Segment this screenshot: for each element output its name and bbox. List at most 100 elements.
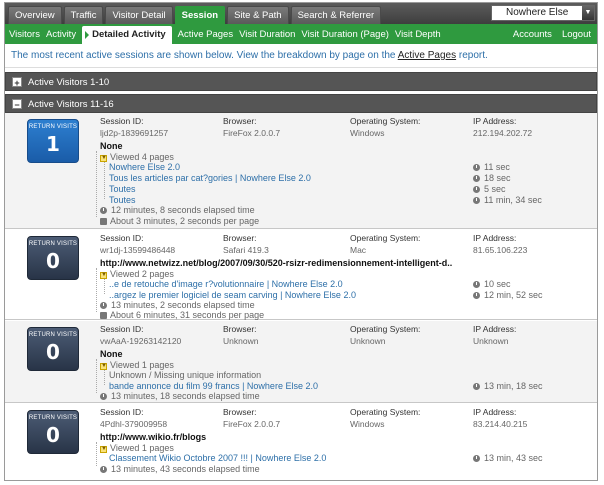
intro-text: The most recent active sessions are show… [5,44,597,68]
session-id-value: ljd2p-1839691257 [100,128,169,138]
subnav-activity[interactable]: Activity [46,29,76,40]
page-link[interactable]: Classement Wikio Octobre 2007 !!! | Nowh… [109,453,326,463]
group-active-visitors-1-10[interactable]: + Active Visitors 1-10 [5,72,597,91]
tab-visitor-detail[interactable]: Visitor Detail [105,6,173,24]
tab-session[interactable]: Session [174,6,226,24]
os-value: Mac [350,245,367,255]
elapsed-time-value: 13 minutes, 43 seconds elapsed time [111,464,260,474]
clock-icon [473,281,480,288]
page-link[interactable]: Nowhere Else 2.0 [109,162,180,172]
intro-sentence: The most recent active sessions are show… [11,50,396,61]
page-link[interactable]: ..e de retouche d'image r?volutionnaire … [109,279,343,289]
subnav-detailed-activity-label: Detailed Activity [92,29,166,40]
page-time: 11 sec [473,162,510,172]
tab-search-referrer[interactable]: Search & Referrer [290,6,382,24]
elapsed-time: 12 minutes, 8 seconds elapsed time [100,205,255,215]
page-time: 18 sec [473,173,511,183]
referrer: http://www.wikio.fr/blogs [100,432,207,442]
ip-label: IP Address: [473,407,517,417]
page-time-value: 13 min, 18 sec [484,381,543,391]
page-link[interactable]: ..argez le premier logiciel de seam carv… [109,290,356,300]
elapsed-time-value: 12 minutes, 8 seconds elapsed time [111,205,255,215]
expand-icon[interactable]: ▼ [100,446,107,453]
time-per-page-value: About 3 minutes, 2 seconds per page [110,216,260,226]
clock-icon [100,466,107,473]
page-time-value: 13 min, 43 sec [484,453,543,463]
os-label: Operating System: [350,407,421,417]
page-link[interactable]: Toutes [109,195,136,205]
page-time: 13 min, 43 sec [473,453,543,463]
logout-link[interactable]: Logout [562,29,591,40]
session-row: RETURN VISITS 0 Session ID: wr1dj-135994… [5,230,597,320]
page-time: 12 min, 52 sec [473,290,543,300]
clock-icon [473,186,480,193]
page-time-value: 11 sec [484,162,510,172]
subnav-visit-duration[interactable]: Visit Duration [239,29,295,40]
page-link[interactable]: bande annonce du film 99 francs | Nowher… [109,381,318,391]
session-id-label: Session ID: [100,233,144,243]
unknown-info: Unknown / Missing unique information [109,370,262,380]
tab-overview[interactable]: Overview [8,6,62,24]
top-tab-bar: Overview Traffic Visitor Detail Session … [5,3,597,24]
elapsed-time-value: 13 minutes, 2 seconds elapsed time [111,300,255,310]
browser-value: FireFox 2.0.0.7 [223,419,281,429]
expand-icon[interactable]: ▼ [100,155,107,162]
subnav-visit-duration-page[interactable]: Visit Duration (Page) [301,29,388,40]
viewed-count: Viewed 4 pages [110,152,174,162]
clock-icon [473,292,480,299]
os-label: Operating System: [350,233,421,243]
os-value: Windows [350,419,385,429]
return-visits-label: RETURN VISITS [28,124,78,130]
tab-traffic[interactable]: Traffic [63,6,104,24]
return-visits-badge: RETURN VISITS 0 [27,236,79,280]
collapse-icon[interactable]: − [12,99,22,110]
expand-icon[interactable]: ▼ [100,363,107,370]
os-label: Operating System: [350,324,421,334]
viewed-pages-toggle[interactable]: ▼ Viewed 4 pages [100,152,174,162]
subnav-active-pages[interactable]: Active Pages [178,29,233,40]
subnav-detailed-activity[interactable]: Detailed Activity [82,26,172,44]
tab-site-path[interactable]: Site & Path [227,6,289,24]
os-value: Windows [350,128,385,138]
clock-icon [473,383,480,390]
sub-navigation: Visitors Activity Detailed Activity Acti… [5,24,597,44]
accounts-link[interactable]: Accounts [513,29,552,40]
return-visits-badge: RETURN VISITS 1 [27,119,79,163]
subnav-visit-depth[interactable]: Visit Depth [395,29,441,40]
page-time-value: 10 sec [484,279,511,289]
session-row: RETURN VISITS 0 Session ID: 4Pdhl-379009… [5,404,597,480]
group-label: Active Visitors 1-10 [28,77,110,88]
session-id-label: Session ID: [100,324,144,334]
arrow-right-icon [85,31,90,39]
viewed-pages-toggle[interactable]: ▼ Viewed 2 pages [100,269,174,279]
ip-label: IP Address: [473,324,517,334]
expand-icon[interactable]: ▼ [100,272,107,279]
session-row: RETURN VISITS 0 Session ID: vwAaA-192631… [5,321,597,403]
page-time: 5 sec [473,184,506,194]
viewed-pages-toggle[interactable]: ▼ Viewed 1 pages [100,360,174,370]
clock-icon [473,175,480,182]
ip-value: Unknown [473,336,509,346]
browser-frame: Overview Traffic Visitor Detail Session … [4,2,598,481]
clock-icon [473,197,480,204]
chevron-down-icon[interactable]: ▼ [582,6,594,20]
clock-icon [100,393,107,400]
page-link[interactable]: Toutes [109,184,136,194]
page-link[interactable]: Tous les articles par cat?gories | Nowhe… [109,173,311,183]
ip-value: 83.214.40.215 [473,419,528,429]
subnav-visitors[interactable]: Visitors [9,29,40,40]
viewed-count: Viewed 2 pages [110,269,174,279]
expand-icon[interactable]: + [12,77,22,88]
browser-label: Browser: [223,407,257,417]
return-visits-label: RETURN VISITS [28,415,78,421]
browser-label: Browser: [223,324,257,334]
viewed-pages-toggle[interactable]: ▼ Viewed 1 pages [100,443,174,453]
session-row: RETURN VISITS 1 Session ID: ljd2p-183969… [5,113,597,229]
site-select[interactable]: Nowhere Else ▼ [491,5,595,21]
group-active-visitors-11-16[interactable]: − Active Visitors 11-16 [5,94,597,113]
clock-icon [100,302,107,309]
active-pages-link[interactable]: Active Pages [398,50,456,61]
return-visits-label: RETURN VISITS [28,241,78,247]
session-id-value: vwAaA-19263142120 [100,336,182,346]
time-per-page: About 3 minutes, 2 seconds per page [100,216,259,226]
